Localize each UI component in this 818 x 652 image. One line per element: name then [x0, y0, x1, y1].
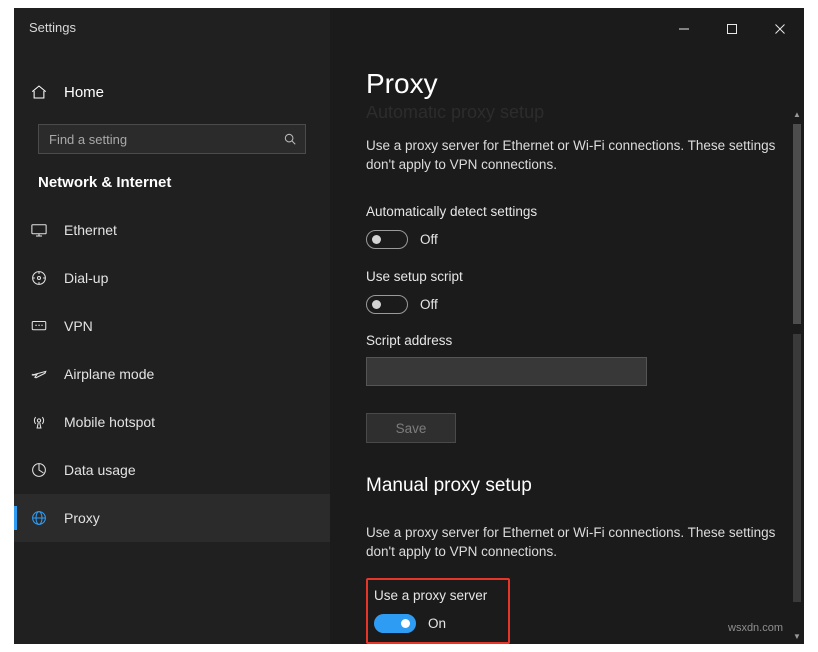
dialup-icon: [30, 269, 64, 287]
use-proxy-server-state: On: [428, 616, 447, 631]
sidebar-item-label: Mobile hotspot: [64, 414, 156, 430]
script-address-input[interactable]: [367, 358, 646, 385]
window-controls: [660, 8, 804, 50]
use-setup-script-state: Off: [420, 297, 438, 312]
toggle-knob: [401, 619, 410, 628]
use-setup-script-toggle-track[interactable]: [366, 295, 408, 314]
manual-proxy-setup-heading: Manual proxy setup: [366, 475, 532, 496]
scrollbar-track-lower[interactable]: [793, 334, 801, 602]
sidebar-item-dial-up[interactable]: Dial-up: [14, 254, 330, 302]
settings-window: Settings Home Network & Internet: [14, 8, 804, 644]
script-address-field[interactable]: [366, 357, 647, 386]
scroll-up-icon[interactable]: ▲: [790, 106, 804, 122]
sidebar-nav-list: Ethernet Dial-up VPN Airplane mode Mobil…: [14, 206, 330, 542]
window-title: Settings: [29, 20, 76, 35]
use-setup-script-toggle[interactable]: Off: [366, 295, 438, 314]
toggle-knob: [372, 235, 381, 244]
home-icon: [30, 83, 64, 101]
sidebar-item-proxy[interactable]: Proxy: [14, 494, 330, 542]
sidebar-item-ethernet[interactable]: Ethernet: [14, 206, 330, 254]
settings-sidebar: Settings Home Network & Internet: [14, 8, 330, 644]
sidebar-item-label: VPN: [64, 318, 93, 334]
script-address-label: Script address: [366, 333, 453, 348]
auto-detect-toggle[interactable]: Off: [366, 230, 438, 249]
use-proxy-server-toggle-track[interactable]: [374, 614, 416, 633]
automatic-proxy-setup-heading: Automatic proxy setup: [366, 106, 545, 122]
save-button[interactable]: Save: [366, 413, 456, 443]
auto-detect-toggle-track[interactable]: [366, 230, 408, 249]
scroll-down-icon[interactable]: ▼: [790, 628, 804, 644]
maximize-button[interactable]: [708, 8, 756, 50]
sidebar-item-mobile-hotspot[interactable]: Mobile hotspot: [14, 398, 330, 446]
use-setup-script-label: Use setup script: [366, 269, 463, 284]
sidebar-item-label: Airplane mode: [64, 366, 155, 382]
toggle-knob: [372, 300, 381, 309]
content-scrollbar[interactable]: ▲ ▼: [790, 106, 804, 644]
globe-icon: [30, 509, 64, 527]
sidebar-home-label: Home: [64, 83, 105, 101]
close-button[interactable]: [756, 8, 804, 50]
use-proxy-server-toggle[interactable]: On: [374, 614, 446, 633]
hotspot-icon: [30, 413, 64, 431]
sidebar-item-label: Data usage: [64, 462, 136, 478]
screenshot-root: Settings Home Network & Internet: [0, 0, 818, 652]
sidebar-item-airplane-mode[interactable]: Airplane mode: [14, 350, 330, 398]
sidebar-section-title: Network & Internet: [38, 174, 172, 191]
scrollbar-thumb[interactable]: [793, 124, 801, 324]
use-proxy-server-label: Use a proxy server: [374, 588, 488, 603]
sidebar-item-label: Ethernet: [64, 222, 117, 238]
sidebar-item-label: Proxy: [64, 510, 100, 526]
settings-content-pane: Proxy Automatic proxy setup Use a proxy …: [330, 8, 804, 644]
ethernet-icon: [30, 221, 64, 239]
sidebar-item-label: Dial-up: [64, 270, 109, 286]
search-input[interactable]: [39, 130, 275, 148]
automatic-proxy-description: Use a proxy server for Ethernet or Wi-Fi…: [366, 138, 776, 172]
search-icon[interactable]: [275, 132, 305, 146]
vpn-icon: [30, 317, 64, 335]
sidebar-item-vpn[interactable]: VPN: [14, 302, 330, 350]
search-box[interactable]: [38, 124, 306, 154]
proxy-settings-content: Automatic proxy setup Use a proxy server…: [330, 106, 804, 644]
auto-detect-label: Automatically detect settings: [366, 204, 538, 219]
manual-proxy-description: Use a proxy server for Ethernet or Wi-Fi…: [366, 525, 776, 559]
auto-detect-state: Off: [420, 232, 438, 247]
sidebar-item-data-usage[interactable]: Data usage: [14, 446, 330, 494]
airplane-icon: [30, 365, 64, 383]
data-usage-icon: [30, 461, 64, 479]
minimize-button[interactable]: [660, 8, 708, 50]
page-title: Proxy: [366, 68, 438, 99]
sidebar-item-home[interactable]: Home: [14, 73, 330, 111]
